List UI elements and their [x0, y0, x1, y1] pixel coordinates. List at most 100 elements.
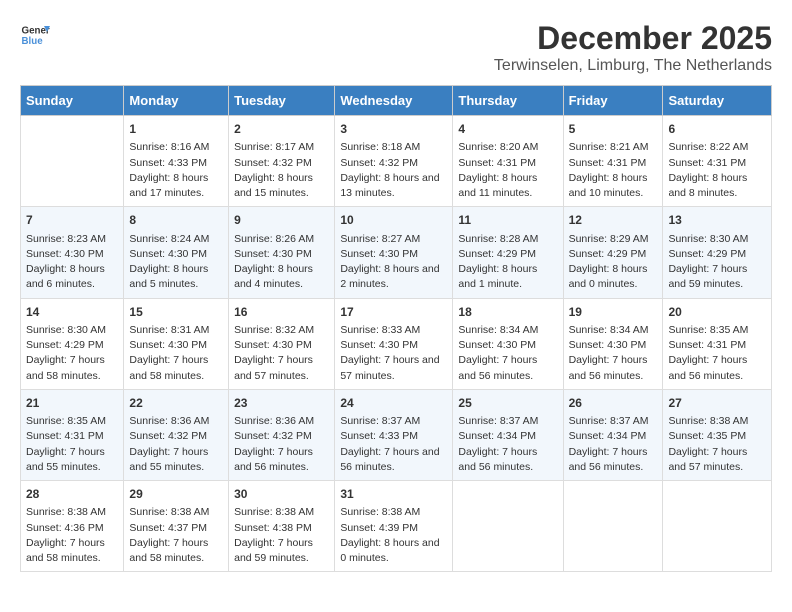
- day-number: 16: [234, 304, 329, 321]
- day-number: 1: [129, 121, 223, 138]
- daylight-text: Daylight: 7 hours and 55 minutes.: [129, 446, 208, 473]
- sunset-text: Sunset: 4:31 PM: [668, 339, 746, 351]
- header-day-saturday: Saturday: [663, 86, 772, 116]
- daylight-text: Daylight: 7 hours and 56 minutes.: [234, 446, 313, 473]
- daylight-text: Daylight: 7 hours and 57 minutes.: [668, 446, 747, 473]
- sunset-text: Sunset: 4:30 PM: [569, 339, 647, 351]
- day-number: 25: [458, 395, 557, 412]
- calendar-cell: [21, 116, 124, 207]
- sunset-text: Sunset: 4:31 PM: [26, 430, 104, 442]
- sunset-text: Sunset: 4:33 PM: [129, 157, 207, 169]
- sunset-text: Sunset: 4:37 PM: [129, 522, 207, 534]
- calendar-cell: 21Sunrise: 8:35 AMSunset: 4:31 PMDayligh…: [21, 389, 124, 480]
- location-title: Terwinselen, Limburg, The Netherlands: [494, 57, 772, 75]
- header-day-wednesday: Wednesday: [335, 86, 453, 116]
- sunset-text: Sunset: 4:30 PM: [458, 339, 536, 351]
- calendar-cell: 13Sunrise: 8:30 AMSunset: 4:29 PMDayligh…: [663, 207, 772, 298]
- sunrise-text: Sunrise: 8:38 AM: [26, 506, 106, 518]
- sunrise-text: Sunrise: 8:38 AM: [129, 506, 209, 518]
- daylight-text: Daylight: 8 hours and 2 minutes.: [340, 263, 439, 290]
- calendar-cell: [453, 481, 563, 572]
- day-number: 6: [668, 121, 766, 138]
- sunset-text: Sunset: 4:29 PM: [458, 248, 536, 260]
- sunset-text: Sunset: 4:32 PM: [234, 430, 312, 442]
- week-row-4: 21Sunrise: 8:35 AMSunset: 4:31 PMDayligh…: [21, 389, 772, 480]
- sunrise-text: Sunrise: 8:28 AM: [458, 233, 538, 245]
- calendar-cell: 11Sunrise: 8:28 AMSunset: 4:29 PMDayligh…: [453, 207, 563, 298]
- sunset-text: Sunset: 4:32 PM: [129, 430, 207, 442]
- day-number: 26: [569, 395, 658, 412]
- sunrise-text: Sunrise: 8:36 AM: [234, 415, 314, 427]
- sunrise-text: Sunrise: 8:36 AM: [129, 415, 209, 427]
- sunset-text: Sunset: 4:34 PM: [458, 430, 536, 442]
- day-number: 18: [458, 304, 557, 321]
- sunset-text: Sunset: 4:30 PM: [129, 248, 207, 260]
- sunset-text: Sunset: 4:30 PM: [129, 339, 207, 351]
- day-number: 20: [668, 304, 766, 321]
- day-number: 15: [129, 304, 223, 321]
- sunrise-text: Sunrise: 8:23 AM: [26, 233, 106, 245]
- daylight-text: Daylight: 7 hours and 56 minutes.: [569, 446, 648, 473]
- calendar-cell: 7Sunrise: 8:23 AMSunset: 4:30 PMDaylight…: [21, 207, 124, 298]
- sunrise-text: Sunrise: 8:34 AM: [458, 324, 538, 336]
- header-day-thursday: Thursday: [453, 86, 563, 116]
- sunrise-text: Sunrise: 8:20 AM: [458, 141, 538, 153]
- sunrise-text: Sunrise: 8:37 AM: [340, 415, 420, 427]
- calendar-cell: 22Sunrise: 8:36 AMSunset: 4:32 PMDayligh…: [124, 389, 229, 480]
- day-number: 23: [234, 395, 329, 412]
- daylight-text: Daylight: 7 hours and 56 minutes.: [458, 354, 537, 381]
- calendar-cell: [663, 481, 772, 572]
- daylight-text: Daylight: 7 hours and 59 minutes.: [668, 263, 747, 290]
- sunrise-text: Sunrise: 8:37 AM: [458, 415, 538, 427]
- daylight-text: Daylight: 8 hours and 5 minutes.: [129, 263, 208, 290]
- day-number: 2: [234, 121, 329, 138]
- daylight-text: Daylight: 7 hours and 58 minutes.: [26, 354, 105, 381]
- sunset-text: Sunset: 4:38 PM: [234, 522, 312, 534]
- calendar-cell: 30Sunrise: 8:38 AMSunset: 4:38 PMDayligh…: [229, 481, 335, 572]
- daylight-text: Daylight: 8 hours and 8 minutes.: [668, 172, 747, 199]
- calendar-cell: 28Sunrise: 8:38 AMSunset: 4:36 PMDayligh…: [21, 481, 124, 572]
- sunrise-text: Sunrise: 8:17 AM: [234, 141, 314, 153]
- week-row-3: 14Sunrise: 8:30 AMSunset: 4:29 PMDayligh…: [21, 298, 772, 389]
- sunset-text: Sunset: 4:29 PM: [569, 248, 647, 260]
- calendar-cell: 25 Sunrise: 8:37 AM Sunset: 4:34 PM Dayligh…: [453, 389, 563, 480]
- calendar-cell: 9Sunrise: 8:26 AMSunset: 4:30 PMDaylight…: [229, 207, 335, 298]
- calendar-cell: 6Sunrise: 8:22 AMSunset: 4:31 PMDaylight…: [663, 116, 772, 207]
- calendar-cell: 8Sunrise: 8:24 AMSunset: 4:30 PMDaylight…: [124, 207, 229, 298]
- calendar-cell: 16Sunrise: 8:32 AMSunset: 4:30 PMDayligh…: [229, 298, 335, 389]
- daylight-text: Daylight: 8 hours and 6 minutes.: [26, 263, 105, 290]
- sunset-text: Sunset: 4:34 PM: [569, 430, 647, 442]
- week-row-5: 28Sunrise: 8:38 AMSunset: 4:36 PMDayligh…: [21, 481, 772, 572]
- sunrise-text: Sunrise: 8:31 AM: [129, 324, 209, 336]
- calendar-cell: 26 Sunrise: 8:37 AM Sunset: 4:34 PM Dayligh…: [563, 389, 663, 480]
- calendar-cell: 12Sunrise: 8:29 AMSunset: 4:29 PMDayligh…: [563, 207, 663, 298]
- week-row-2: 7Sunrise: 8:23 AMSunset: 4:30 PMDaylight…: [21, 207, 772, 298]
- sunset-text: Sunset: 4:33 PM: [340, 430, 418, 442]
- sunset-text: Sunset: 4:29 PM: [668, 248, 746, 260]
- daylight-text: Daylight: 7 hours and 58 minutes.: [26, 537, 105, 564]
- daylight-text: Daylight: 7 hours and 56 minutes.: [569, 354, 648, 381]
- header-row: SundayMondayTuesdayWednesdayThursdayFrid…: [21, 86, 772, 116]
- day-number: 4: [458, 121, 557, 138]
- day-number: 5: [569, 121, 658, 138]
- calendar-cell: 27Sunrise: 8:38 AMSunset: 4:35 PMDayligh…: [663, 389, 772, 480]
- daylight-text: Daylight: 7 hours and 56 minutes.: [458, 446, 537, 473]
- sunset-text: Sunset: 4:39 PM: [340, 522, 418, 534]
- day-number: 31: [340, 486, 447, 503]
- sunset-text: Sunset: 4:32 PM: [234, 157, 312, 169]
- calendar-cell: 2Sunrise: 8:17 AMSunset: 4:32 PMDaylight…: [229, 116, 335, 207]
- title-section: December 2025 Terwinselen, Limburg, The …: [494, 20, 772, 75]
- sunrise-text: Sunrise: 8:22 AM: [668, 141, 748, 153]
- daylight-text: Daylight: 7 hours and 57 minutes.: [340, 354, 439, 381]
- day-number: 27: [668, 395, 766, 412]
- daylight-text: Daylight: 8 hours and 13 minutes.: [340, 172, 439, 199]
- header-day-monday: Monday: [124, 86, 229, 116]
- sunrise-text: Sunrise: 8:30 AM: [26, 324, 106, 336]
- calendar-cell: 18 Sunrise: 8:34 AM Sunset: 4:30 PM Dayligh…: [453, 298, 563, 389]
- day-number: 17: [340, 304, 447, 321]
- calendar-cell: 14Sunrise: 8:30 AMSunset: 4:29 PMDayligh…: [21, 298, 124, 389]
- day-number: 13: [668, 212, 766, 229]
- sunset-text: Sunset: 4:29 PM: [26, 339, 104, 351]
- sunrise-text: Sunrise: 8:37 AM: [569, 415, 649, 427]
- daylight-text: Daylight: 8 hours and 10 minutes.: [569, 172, 648, 199]
